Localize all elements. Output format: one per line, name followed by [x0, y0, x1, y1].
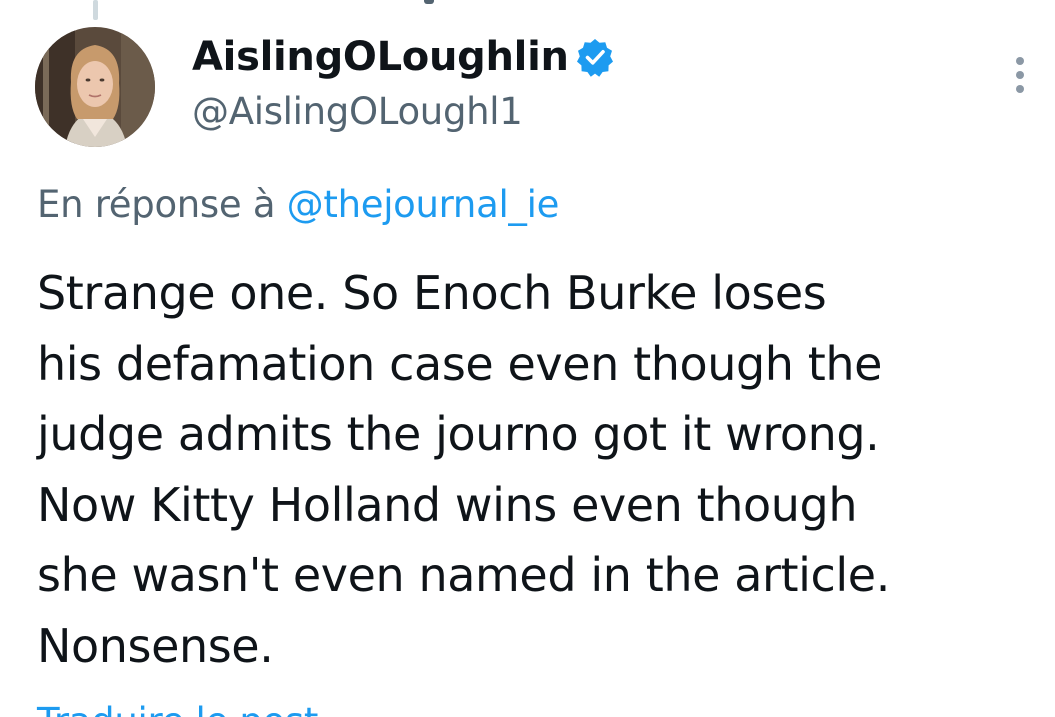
profile-photo-icon: [35, 27, 155, 147]
reply-context: En réponse à @thejournal_ie: [37, 180, 559, 230]
author-handle[interactable]: @AislingOLoughl1: [192, 88, 523, 136]
previous-tweet-fragment: [424, 0, 434, 4]
author-display-name[interactable]: AislingOLoughlin: [192, 31, 569, 83]
avatar[interactable]: [35, 27, 155, 147]
verified-badge-icon: [575, 37, 615, 77]
tweet-body: Strange one. So Enoch Burke loses his de…: [37, 258, 1037, 681]
vertical-ellipsis-icon: [1016, 57, 1024, 93]
translate-post-link[interactable]: Traduire le post: [37, 698, 318, 717]
reply-mention-link[interactable]: @thejournal_ie: [287, 183, 560, 226]
tweet-text-line: Nonsense.: [37, 618, 274, 673]
tweet-text-line: Strange one. So Enoch Burke loses: [37, 266, 827, 320]
thread-connector-line: [93, 0, 98, 20]
tweet-text-line: judge admits the journo got it wrong.: [37, 407, 880, 461]
tweet-text-line: she wasn't even named in the article.: [37, 548, 890, 602]
more-options-button[interactable]: [1004, 54, 1036, 96]
reply-prefix: En réponse à: [37, 183, 276, 226]
tweet-view: AislingOLoughlin @AislingOLoughl1 En rép…: [0, 0, 1055, 717]
tweet-text-line: Now Kitty Holland wins even though: [37, 477, 858, 532]
tweet-text-line: his defamation case even though the: [37, 336, 883, 391]
